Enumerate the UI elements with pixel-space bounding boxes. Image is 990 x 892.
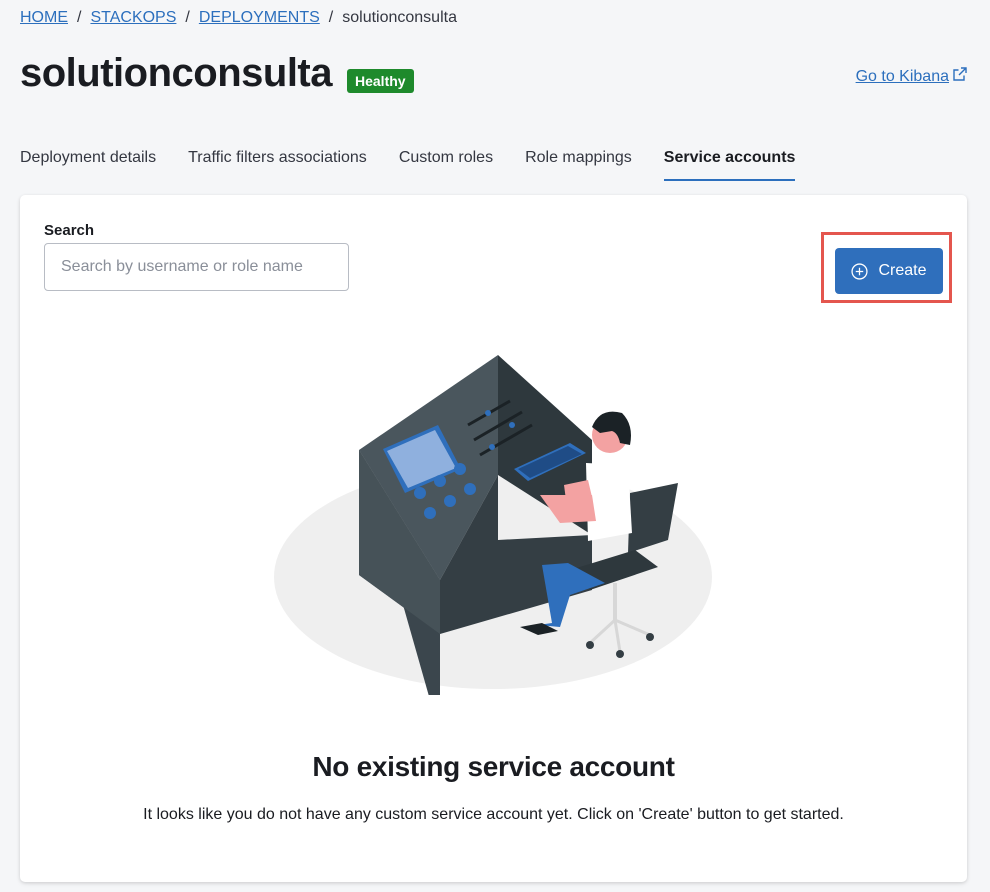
search-input[interactable]: [44, 243, 349, 291]
tab-service-accounts[interactable]: Service accounts: [663, 145, 796, 181]
breadcrumb-current: solutionconsulta: [342, 9, 457, 26]
external-link-icon: [953, 67, 967, 81]
breadcrumb-home[interactable]: HOME: [20, 9, 68, 27]
page-title: solutionconsulta: [20, 51, 333, 95]
search-label: Search: [44, 222, 95, 239]
tab-deployment-details[interactable]: Deployment details: [20, 145, 156, 179]
breadcrumb-separator: /: [185, 9, 190, 26]
breadcrumb-separator: /: [328, 9, 334, 26]
breadcrumb-separator: /: [77, 9, 82, 26]
create-button-label: Create: [878, 262, 927, 279]
breadcrumb-deployments[interactable]: DEPLOYMENTS: [199, 9, 320, 27]
empty-state-illustration: [274, 355, 712, 695]
service-accounts-panel: Search Create: [20, 195, 967, 882]
tab-custom-roles[interactable]: Custom roles: [399, 145, 493, 179]
breadcrumb: HOME / STACKOPS / DEPLOYMENTS / solution…: [20, 9, 457, 27]
go-to-kibana-link[interactable]: Go to Kibana: [855, 67, 968, 86]
create-button[interactable]: Create: [835, 248, 943, 294]
status-badge: Healthy: [347, 69, 414, 93]
tab-role-mappings[interactable]: Role mappings: [525, 145, 632, 179]
kibana-link-label: Go to Kibana: [855, 68, 949, 85]
tab-bar: Deployment details Traffic filters assoc…: [20, 145, 827, 181]
empty-state-title: No existing service account: [312, 751, 675, 782]
tab-traffic-filters-associations[interactable]: Traffic filters associations: [188, 145, 367, 179]
plus-circle-icon: [851, 262, 869, 280]
empty-state-description: It looks like you do not have any custom…: [143, 806, 844, 823]
breadcrumb-stackops[interactable]: STACKOPS: [90, 9, 176, 27]
